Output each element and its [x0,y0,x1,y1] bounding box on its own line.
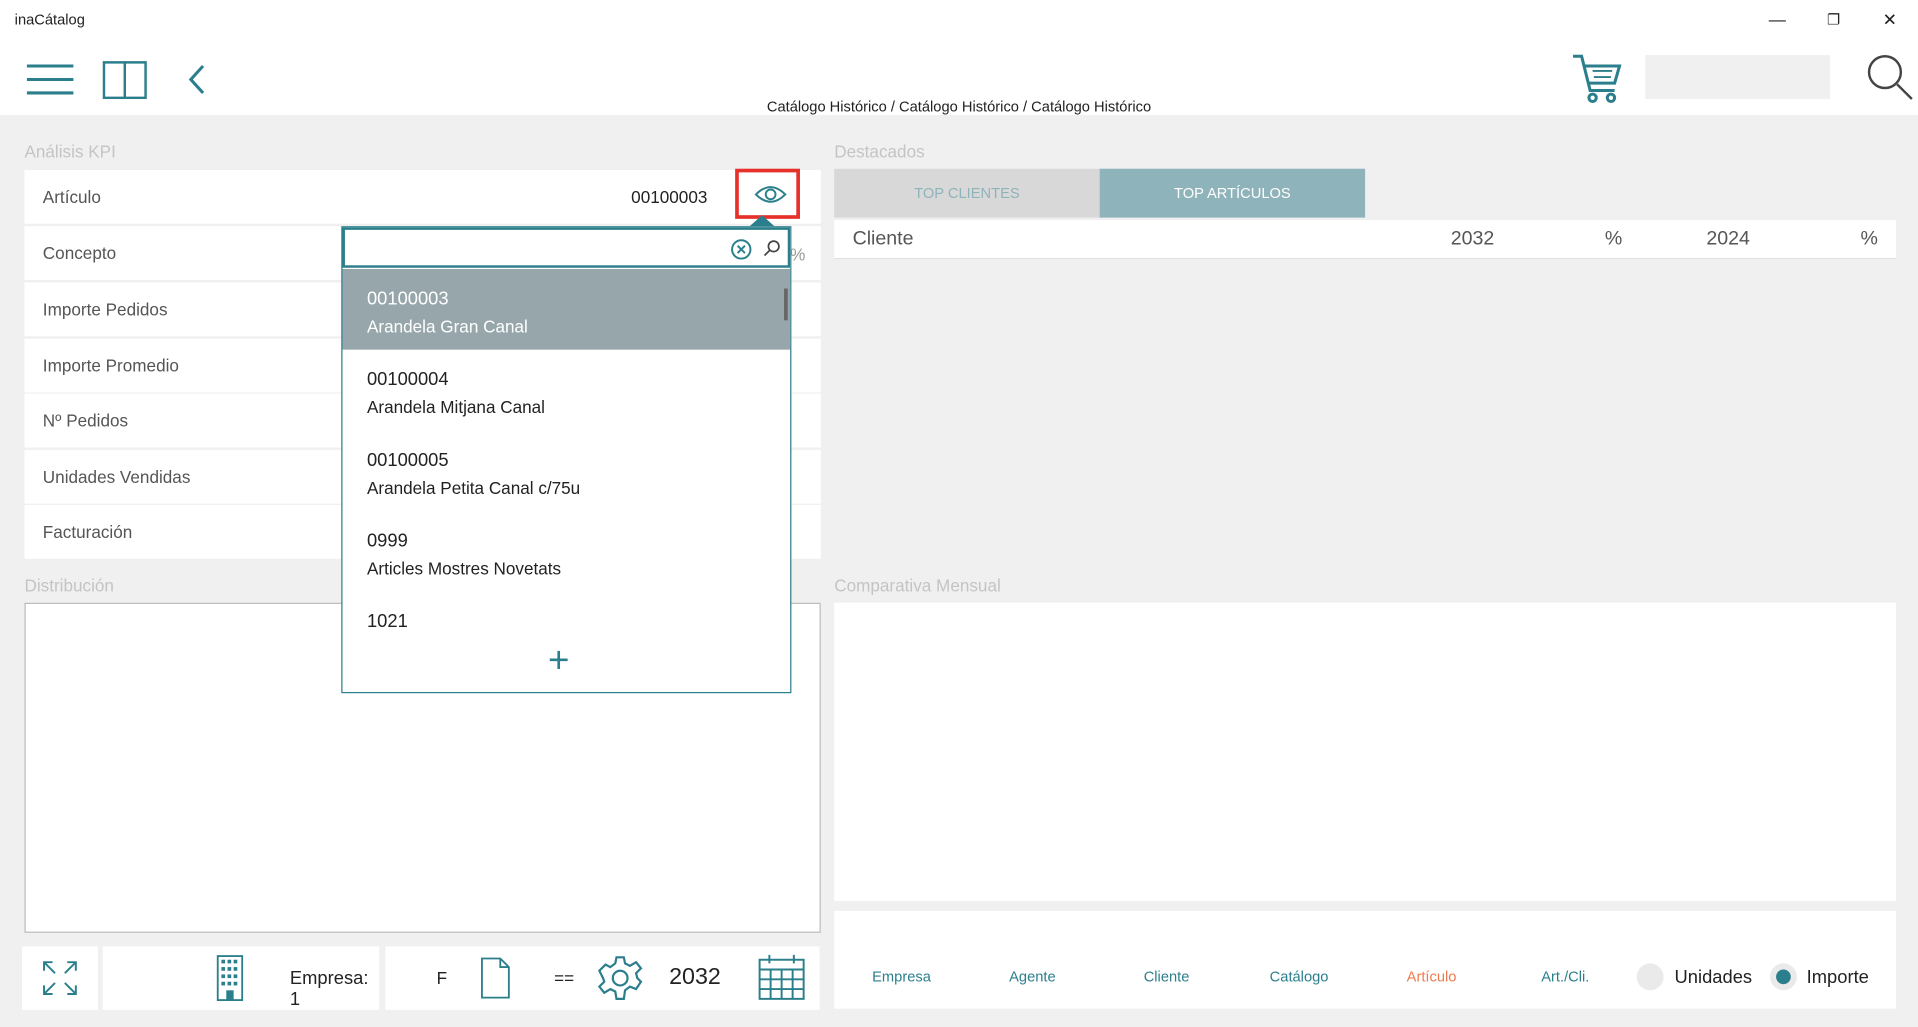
equals-operator[interactable]: == [554,968,574,988]
comparativa-section-title: Comparativa Mensual [834,575,1001,596]
clear-icon[interactable] [730,238,752,260]
nav-panel [834,910,1896,1009]
year-value: 2032 [669,964,721,991]
restore-button[interactable]: ❐ [1805,0,1861,39]
f-label: F [436,968,448,988]
item-name: Arandela Petita Canal c/75u [366,478,581,498]
item-code: 00100005 [366,449,449,471]
search-icon[interactable] [1864,51,1915,102]
expand-icon [43,961,77,995]
column-header: % [1860,228,1878,250]
destacados-table-header: Cliente 2032 % 2024 % [834,220,1896,260]
kpi-label: Artículo [42,187,101,207]
kpi-articulo-value: 00100003 [631,187,708,207]
search-icon[interactable] [763,240,780,257]
item-name: Arandela Gran Canal [366,316,528,337]
gear-icon[interactable] [596,954,645,1003]
kpi-label: Unidades Vendidas [42,467,191,487]
comparativa-panel [834,602,1896,902]
kpi-concepto-percent: % [790,244,806,265]
hamburger-menu-icon[interactable] [24,61,75,98]
radio-importe-label: Importe [1806,967,1869,988]
kpi-section-title: Análisis KPI [24,141,116,162]
filter-bar: F == 2032 [385,946,820,1010]
empresa-selector[interactable]: Empresa: 1 [102,946,380,1010]
column-header: 2024 [1706,228,1750,250]
article-dropdown: 00100003 Arandela Gran Canal 00100004 Ar… [341,226,792,694]
eye-button[interactable] [735,168,800,219]
empresa-label: Empresa: 1 [289,968,369,1010]
minimize-button[interactable]: — [1749,0,1805,39]
title-bar: inaCátalog — ❐ ✕ [0,0,1918,40]
close-button[interactable]: ✕ [1862,0,1918,39]
distribucion-section-title: Distribución [24,575,114,596]
dropdown-pointer [749,215,775,227]
kpi-label: Importe Promedio [42,355,179,376]
item-code: 0999 [366,530,408,552]
tab-top-articulos[interactable]: TOP ARTÍCULOS [1099,168,1366,218]
item-code: 00100004 [366,369,449,391]
expand-button[interactable] [22,946,98,1010]
add-icon[interactable]: + [548,642,569,680]
eye-icon [754,186,787,203]
kpi-label: Concepto [42,243,117,263]
column-header: 2032 [1450,228,1495,250]
nav-link-articulo[interactable]: Artículo [1407,968,1457,985]
kpi-label: Facturación [42,522,133,542]
scrollbar-thumb[interactable] [784,288,788,321]
dropdown-item[interactable]: 1021 [342,592,790,641]
column-header: Cliente [852,228,914,250]
radio-importe-dot [1776,969,1791,985]
radio-unidades[interactable] [1636,963,1664,991]
item-code: 1021 [366,611,408,633]
dropdown-search-input[interactable] [352,234,720,262]
dropdown-search-field[interactable] [342,227,791,268]
building-icon [216,955,244,1002]
tab-top-clientes[interactable]: TOP CLIENTES [834,168,1100,218]
search-input[interactable] [1645,55,1830,100]
back-arrow-icon[interactable] [183,61,212,98]
dropdown-item[interactable]: 00100005 Arandela Petita Canal c/75u [342,430,790,511]
dropdown-item[interactable]: 0999 Articles Mostres Novetats [342,511,790,592]
nav-link-catalogo[interactable]: Catálogo [1270,968,1329,985]
column-header: % [1604,228,1623,250]
dropdown-item[interactable]: 00100004 Arandela Mitjana Canal [342,350,790,431]
radio-unidades-label: Unidades [1674,967,1753,988]
nav-link-empresa[interactable]: Empresa [872,968,931,985]
destacados-section-title: Destacados [834,141,925,162]
radio-importe[interactable] [1769,963,1797,991]
breadcrumb: Catálogo Histórico / Catálogo Histórico … [766,97,1152,115]
calendar-icon[interactable] [757,952,806,1001]
nav-link-cliente[interactable]: Cliente [1144,968,1190,985]
kpi-label: Nº Pedidos [42,410,129,431]
nav-link-agente[interactable]: Agente [1009,968,1056,985]
document-icon[interactable] [479,956,511,1000]
app-title: inaCátalog [14,11,85,29]
dropdown-item[interactable]: 00100003 Arandela Gran Canal [342,268,791,350]
item-name: Arandela Mitjana Canal [366,397,545,417]
kpi-label: Importe Pedidos [42,299,168,320]
item-code: 00100003 [366,288,449,310]
nav-link-art-cli[interactable]: Art./Cli. [1541,968,1589,985]
item-name: Articles Mostres Novetats [366,558,562,579]
book-icon[interactable] [100,56,149,102]
